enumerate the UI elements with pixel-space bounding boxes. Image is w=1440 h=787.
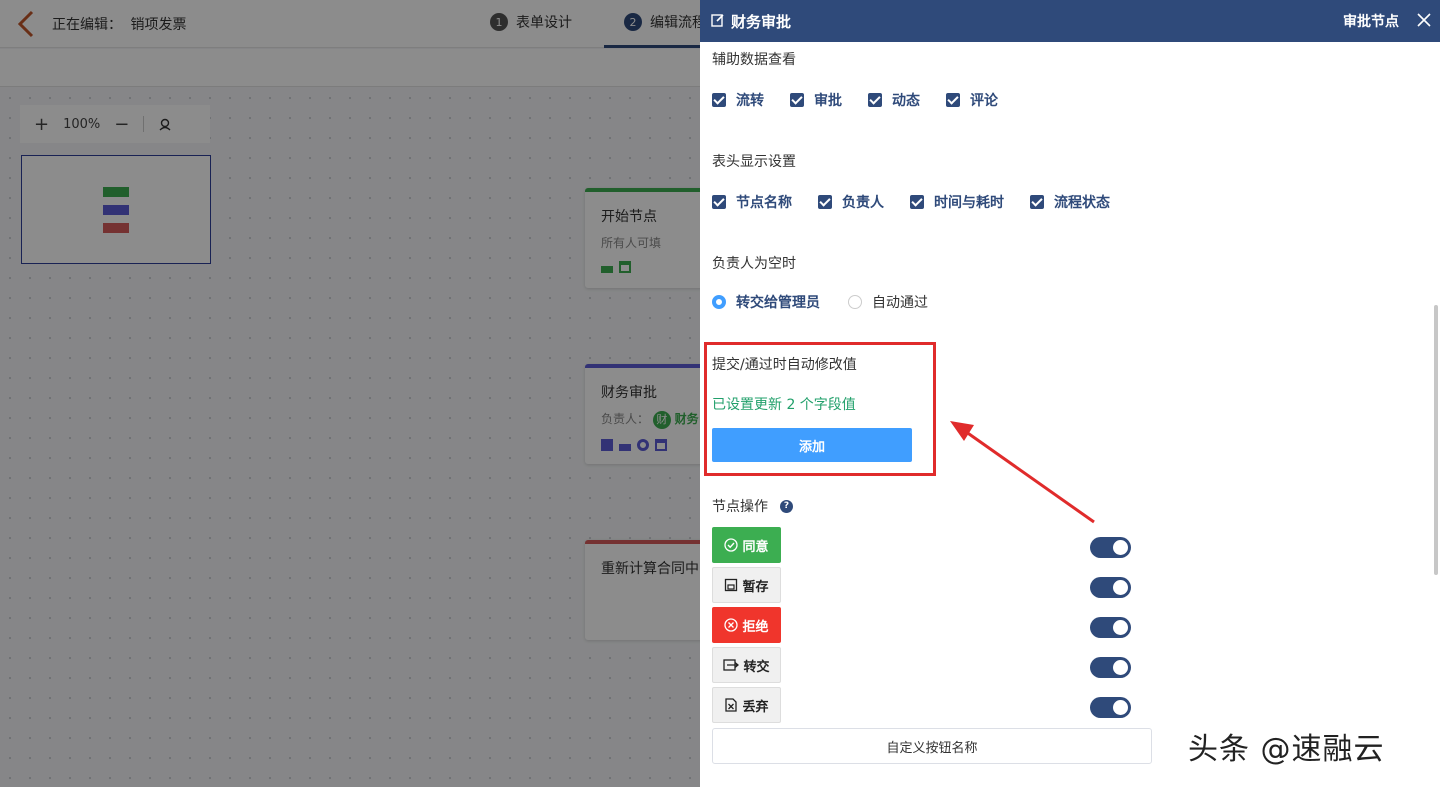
edit-icon (711, 14, 724, 27)
checkbox-comment[interactable]: 评论 (946, 90, 998, 110)
checkbox-checked-icon (910, 195, 924, 209)
checkbox-node-name[interactable]: 节点名称 (712, 192, 792, 212)
drawer-title: 财务审批 (731, 13, 792, 31)
checkbox-label: 流转 (736, 93, 764, 109)
checkbox-checked-icon (818, 195, 832, 209)
checkbox-activity[interactable]: 动态 (868, 90, 920, 110)
button-label: 丢弃 (742, 699, 769, 715)
discard-button[interactable]: 丢弃 (712, 687, 781, 723)
reject-button[interactable]: 拒绝 (712, 607, 781, 643)
transfer-icon (723, 659, 740, 671)
checkbox-checked-icon (712, 93, 726, 107)
save-draft-button[interactable]: 暂存 (712, 567, 781, 603)
add-button[interactable]: 添加 (712, 428, 912, 462)
node-settings-drawer: 财务审批 审批节点 辅助数据查看 流转 审批 动态 评论 表头显示设置 节点名称… (700, 0, 1440, 787)
node-ops-header: 节点操作 ? (712, 496, 793, 516)
toggle-reject[interactable] (1090, 617, 1131, 638)
drawer-header: 财务审批 审批节点 (700, 0, 1440, 42)
checkbox-label: 流程状态 (1054, 195, 1110, 211)
checkbox-label: 负责人 (842, 195, 884, 211)
transfer-button[interactable]: 转交 (712, 647, 781, 683)
auto-modify-status: 已设置更新 2 个字段值 (712, 397, 856, 413)
annotation-arrow-icon (950, 421, 1095, 524)
checkbox-checked-icon (712, 195, 726, 209)
button-label: 转交 (743, 659, 770, 675)
help-icon[interactable]: ? (780, 499, 793, 513)
save-icon (725, 578, 738, 592)
checkbox-assignee[interactable]: 负责人 (818, 192, 884, 212)
checkbox-checked-icon (790, 93, 804, 107)
check-circle-icon (724, 538, 739, 552)
checkbox-time[interactable]: 时间与耗时 (910, 192, 1004, 212)
x-circle-icon (724, 618, 739, 632)
aux-data-label: 辅助数据查看 (712, 52, 796, 68)
checkbox-checked-icon (868, 93, 882, 107)
radio-label: 自动通过 (872, 295, 928, 311)
empty-assignee-radios: 转交给管理员 自动通过 (712, 292, 956, 312)
radio-auto-pass[interactable]: 自动通过 (848, 292, 928, 312)
watermark: 头条 @速融云 (1188, 732, 1385, 767)
custom-button-name-button[interactable]: 自定义按钮名称 (712, 728, 1152, 764)
header-display-label: 表头显示设置 (712, 154, 796, 170)
checkbox-approval[interactable]: 审批 (790, 90, 842, 110)
button-label: 拒绝 (742, 619, 769, 635)
radio-label: 转交给管理员 (736, 295, 820, 311)
aux-data-checkboxes: 流转 审批 动态 评论 (712, 90, 1024, 110)
checkbox-checked-icon (1030, 195, 1044, 209)
checkbox-label: 节点名称 (736, 195, 792, 211)
toggle-transfer[interactable] (1090, 657, 1131, 678)
radio-dot (712, 295, 726, 309)
node-type-label: 审批节点 (1343, 14, 1399, 30)
radio-transfer-admin[interactable]: 转交给管理员 (712, 292, 820, 312)
header-display-checkboxes: 节点名称 负责人 时间与耗时 流程状态 (712, 192, 1136, 212)
button-label: 同意 (742, 539, 769, 555)
toggle-approve[interactable] (1090, 537, 1131, 558)
approve-button[interactable]: 同意 (712, 527, 781, 563)
modal-overlay[interactable] (0, 0, 700, 787)
checkbox-label: 动态 (892, 93, 920, 109)
radio-dot (848, 295, 862, 309)
checkbox-flow[interactable]: 流转 (712, 90, 764, 110)
auto-modify-label: 提交/通过时自动修改值 (712, 357, 857, 373)
empty-assignee-label: 负责人为空时 (712, 256, 796, 272)
node-ops-label: 节点操作 (712, 499, 768, 515)
checkbox-checked-icon (946, 93, 960, 107)
button-label: 暂存 (742, 579, 769, 595)
checkbox-label: 审批 (814, 93, 842, 109)
toggle-save-draft[interactable] (1090, 577, 1131, 598)
close-icon[interactable] (1416, 12, 1432, 28)
toggle-discard[interactable] (1090, 697, 1131, 718)
checkbox-label: 时间与耗时 (934, 195, 1004, 211)
scrollbar[interactable] (1434, 305, 1438, 575)
checkbox-flow-status[interactable]: 流程状态 (1030, 192, 1110, 212)
checkbox-label: 评论 (970, 93, 998, 109)
discard-icon (725, 698, 738, 712)
